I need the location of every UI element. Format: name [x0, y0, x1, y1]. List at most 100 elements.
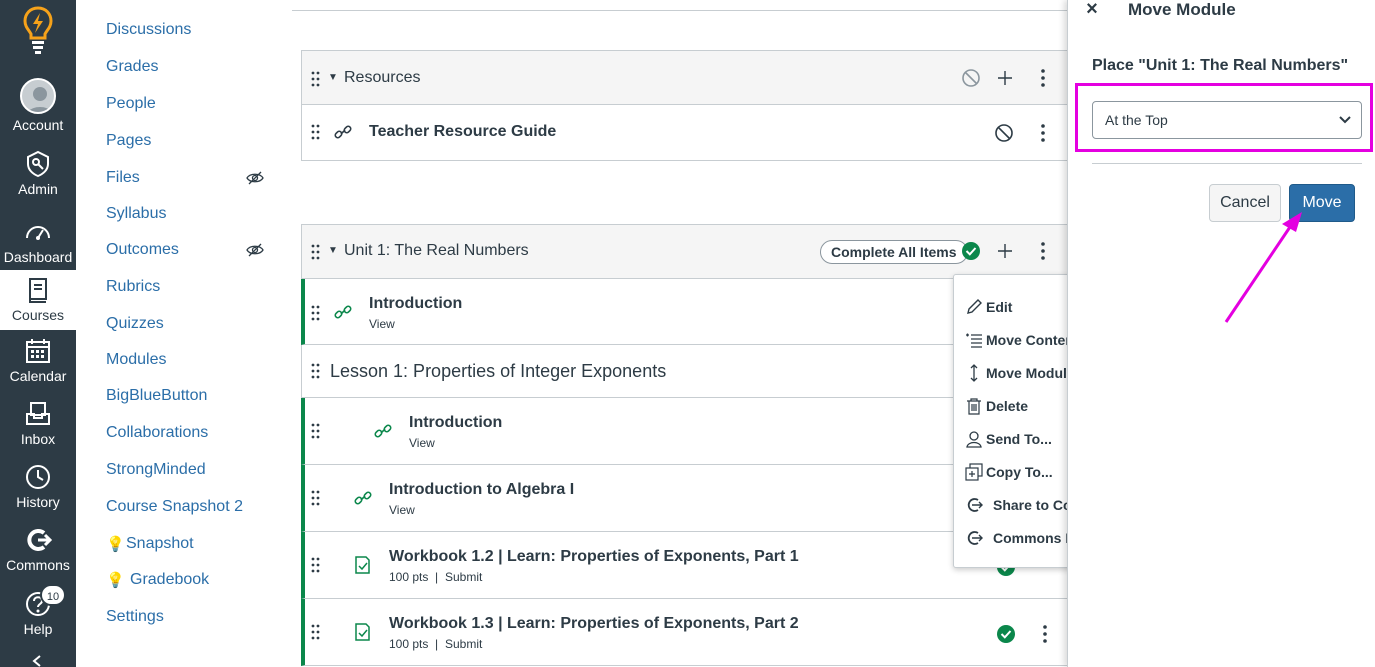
hidden-eye-icon [246, 243, 264, 257]
item-points: 100 pts [389, 637, 429, 651]
course-nav-files[interactable]: Files [106, 169, 140, 187]
drag-handle-icon[interactable] [311, 71, 321, 87]
unpublished-icon[interactable] [993, 122, 1015, 144]
menu-item-label: Share to Co [993, 497, 1072, 513]
course-nav-settings[interactable]: Settings [106, 608, 164, 626]
nav-history[interactable]: History [0, 463, 76, 510]
item-title[interactable]: Introduction [369, 295, 462, 313]
module-context-menu: Edit Move Conter Move Module Delete Send… [953, 274, 1073, 568]
course-nav-rubrics[interactable]: Rubrics [106, 278, 160, 296]
add-item-icon[interactable] [994, 67, 1016, 89]
annotation-arrow [1224, 212, 1302, 323]
nav-commons[interactable]: Commons [0, 526, 76, 573]
courses-book-icon [29, 278, 47, 303]
item-title[interactable]: Workbook 1.2 | Learn: Properties of Expo… [389, 548, 799, 566]
course-nav-gradebook[interactable]: Gradebook [130, 571, 209, 589]
published-check-icon[interactable] [960, 240, 982, 262]
nav-dashboard[interactable]: Dashboard [0, 218, 76, 265]
subheader-title: Lesson 1: Properties of Integer Exponent… [330, 361, 667, 381]
nav-calendar-label: Calendar [9, 368, 67, 384]
lightbulb-icon: 💡 [106, 572, 125, 589]
drag-handle-icon[interactable] [311, 124, 321, 140]
modules-content: ▼ Resources Teacher Resource Guide ▼ Uni… [292, 0, 1067, 667]
drag-handle-icon[interactable] [311, 305, 321, 321]
item-title[interactable]: Introduction [409, 414, 502, 432]
drag-handle-icon[interactable] [311, 363, 321, 379]
unpublished-icon[interactable] [960, 67, 982, 89]
menu-item-move-contents[interactable]: Move Conter [954, 325, 1072, 355]
module-item[interactable]: Teacher Resource Guide [302, 105, 1067, 160]
kebab-menu-icon[interactable] [1032, 67, 1054, 89]
help-badge: 10 [40, 584, 66, 606]
published-check-icon[interactable] [995, 623, 1017, 645]
module-title[interactable]: Unit 1: The Real Numbers [344, 242, 529, 260]
logo-icon[interactable] [0, 6, 76, 54]
menu-item-edit[interactable]: Edit [954, 292, 1072, 322]
link-icon [334, 125, 352, 139]
module-title[interactable]: Resources [344, 69, 420, 87]
commons-share-icon [967, 498, 983, 512]
pencil-icon [967, 299, 982, 314]
collapse-nav-icon[interactable] [0, 654, 76, 667]
course-nav-quizzes[interactable]: Quizzes [106, 315, 164, 333]
move-updown-icon [970, 364, 978, 382]
close-icon[interactable]: × [1082, 0, 1102, 20]
nav-admin[interactable]: Admin [0, 150, 76, 197]
course-nav-grades[interactable]: Grades [106, 58, 158, 76]
menu-item-share-to-commons[interactable]: Share to Co [954, 490, 1072, 520]
course-nav-people[interactable]: People [106, 95, 156, 113]
kebab-menu-icon[interactable] [1034, 623, 1056, 645]
course-nav-strongminded[interactable]: StrongMinded [106, 461, 206, 479]
kebab-menu-icon[interactable] [1032, 122, 1054, 144]
collapse-caret-icon[interactable]: ▼ [328, 245, 338, 256]
hidden-eye-icon [246, 171, 264, 185]
module-item[interactable]: Workbook 1.3 | Learn: Properties of Expo… [301, 599, 1067, 666]
collapse-caret-icon[interactable]: ▼ [328, 72, 338, 83]
course-nav-discussions[interactable]: Discussions [106, 21, 191, 39]
menu-item-label: Move Module [986, 365, 1073, 381]
nav-inbox[interactable]: Inbox [0, 400, 76, 447]
nav-account[interactable]: Account [0, 78, 76, 133]
trash-icon [967, 398, 981, 415]
drag-handle-icon[interactable] [311, 244, 321, 260]
module-header: ▼ Unit 1: The Real Numbers Complete All … [302, 225, 1067, 279]
course-nav-bigbluebutton[interactable]: BigBlueButton [106, 387, 207, 405]
item-title[interactable]: Teacher Resource Guide [369, 123, 556, 141]
add-item-icon[interactable] [994, 240, 1016, 262]
commons-favorites-icon [967, 531, 983, 545]
lightbulb-icon: 💡 [106, 536, 125, 553]
drag-handle-icon[interactable] [311, 624, 321, 640]
course-nav-pages[interactable]: Pages [106, 132, 151, 150]
nav-courses[interactable]: Courses [0, 270, 76, 330]
menu-item-commons-favorites[interactable]: Commons Fa [954, 523, 1072, 553]
course-nav-snapshot[interactable]: Snapshot [126, 535, 194, 553]
menu-item-label: Move Conter [986, 332, 1071, 348]
item-title[interactable]: Introduction to Algebra I [389, 481, 574, 499]
drag-handle-icon[interactable] [311, 490, 321, 506]
menu-item-move-module[interactable]: Move Module [954, 358, 1073, 388]
copy-icon [965, 463, 983, 481]
menu-item-copy-to[interactable]: Copy To... [954, 457, 1072, 487]
item-title[interactable]: Workbook 1.3 | Learn: Properties of Expo… [389, 615, 799, 633]
drag-handle-icon[interactable] [311, 557, 321, 573]
course-nav-modules[interactable]: Modules [106, 351, 166, 369]
course-nav-syllabus[interactable]: Syllabus [106, 205, 166, 223]
nav-inbox-label: Inbox [20, 431, 56, 447]
complete-all-items-pill[interactable]: Complete All Items [820, 240, 968, 264]
nav-calendar[interactable]: Calendar [0, 337, 76, 384]
menu-item-delete[interactable]: Delete [954, 391, 1072, 421]
link-icon [354, 491, 372, 505]
menu-item-send-to[interactable]: Send To... [954, 424, 1072, 454]
drag-handle-icon[interactable] [311, 423, 321, 439]
nav-help-label: Help [23, 621, 53, 637]
course-nav-collaborations[interactable]: Collaborations [106, 424, 208, 442]
menu-item-label: Send To... [986, 431, 1052, 447]
item-requirement: Submit [445, 637, 483, 651]
position-select[interactable]: At the Top [1092, 101, 1362, 139]
course-nav-outcomes[interactable]: Outcomes [106, 241, 179, 259]
canvas-page: Account Admin Dashboard Courses Calendar… [0, 0, 1375, 667]
kebab-menu-icon[interactable] [1032, 240, 1054, 262]
course-nav-course-snapshot-2[interactable]: Course Snapshot 2 [106, 498, 243, 516]
nav-help[interactable]: 10 Help [0, 584, 76, 637]
menu-item-label: Delete [986, 398, 1029, 414]
